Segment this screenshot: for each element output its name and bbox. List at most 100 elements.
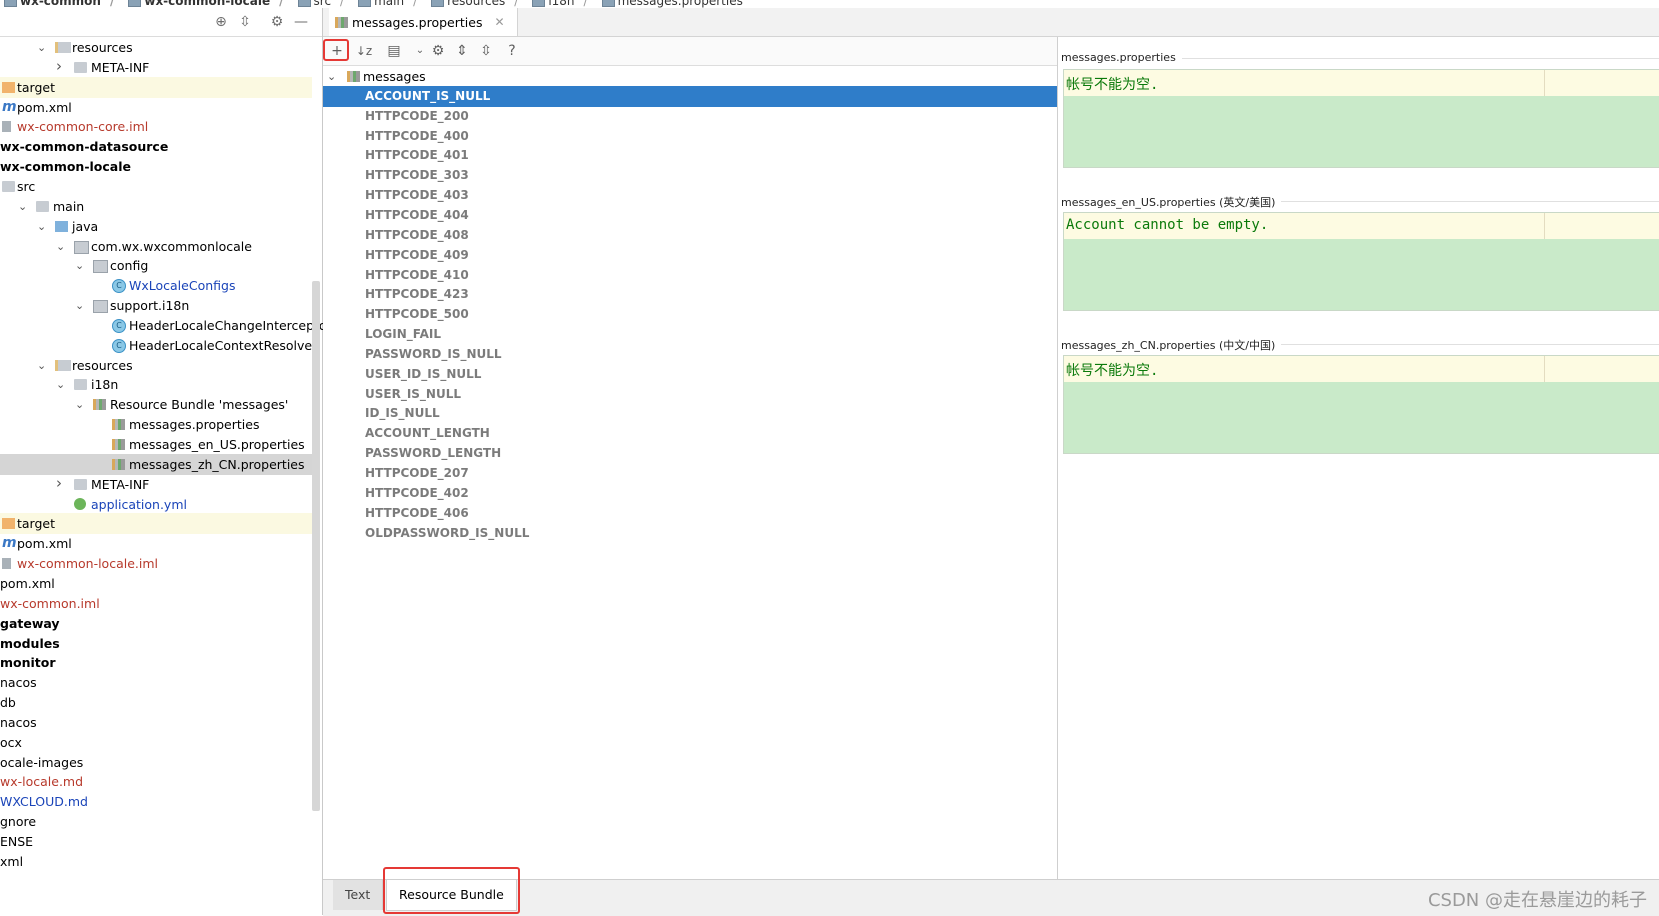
tree-item[interactable]: › META-INF <box>0 57 312 78</box>
breadcrumb-item[interactable]: i18n / <box>528 0 597 8</box>
breadcrumb-item[interactable]: wx-common-locale / <box>124 0 293 8</box>
collapse-all-icon[interactable]: ⇳ <box>477 42 495 60</box>
translation-value-editor[interactable]: 帐号不能为空. <box>1063 355 1659 454</box>
property-key-row[interactable]: USER_ID_IS_NULL <box>323 364 1057 385</box>
property-key-row[interactable]: HTTPCODE_423 <box>323 284 1057 305</box>
hide-icon[interactable]: — <box>292 13 310 31</box>
chevron-down-icon[interactable]: ⌄ <box>75 255 87 276</box>
tab-text[interactable]: Text <box>333 880 384 910</box>
tree-item[interactable]: ⌄ java <box>0 216 312 237</box>
tree-item[interactable]: wx-common.iml <box>0 593 312 614</box>
tree-item[interactable]: gnore <box>0 811 312 832</box>
property-key-row[interactable]: HTTPCODE_500 <box>323 304 1057 325</box>
tree-item[interactable]: modules <box>0 633 312 654</box>
tree-item[interactable]: C WxLocaleConfigs <box>0 275 312 296</box>
property-key-row[interactable]: PASSWORD_LENGTH <box>323 443 1057 464</box>
chevron-down-icon[interactable]: ⌄ <box>327 66 336 87</box>
breadcrumb-item[interactable]: main / <box>354 0 427 8</box>
property-key-row[interactable]: PASSWORD_IS_NULL <box>323 344 1057 365</box>
breadcrumb-item[interactable]: src / <box>294 0 355 8</box>
translation-value-editor[interactable]: Account cannot be empty. <box>1063 212 1659 311</box>
tree-item[interactable]: db <box>0 692 312 713</box>
help-icon[interactable]: ? <box>503 42 521 60</box>
chevron-down-icon[interactable]: ⌄ <box>75 295 87 316</box>
tree-item[interactable]: src <box>0 176 312 197</box>
tree-item[interactable]: nacos <box>0 672 312 693</box>
settings-icon[interactable]: ⚙ <box>429 42 447 60</box>
tree-item[interactable]: ⌄ com.wx.wxcommonlocale <box>0 236 312 257</box>
tree-item[interactable]: wx-common-core.iml <box>0 116 312 137</box>
tree-item[interactable]: ⌄ i18n <box>0 374 312 395</box>
dropdown-arrow-icon[interactable]: ⌄ <box>411 42 429 60</box>
tree-item[interactable]: C HeaderLocaleChangeInterceptor <box>0 315 332 336</box>
chevron-down-icon[interactable]: ⌄ <box>37 216 49 237</box>
expand-all-icon[interactable]: ⇕ <box>453 42 471 60</box>
chevron-down-icon[interactable]: ⌄ <box>56 236 68 257</box>
tree-item[interactable]: messages_zh_CN.properties <box>0 453 312 475</box>
property-key-row[interactable]: HTTPCODE_400 <box>323 126 1057 147</box>
tree-item[interactable]: messages.properties <box>0 414 312 435</box>
tree-item[interactable]: m pom.xml <box>0 533 312 554</box>
chevron-right-icon[interactable]: › <box>56 57 68 76</box>
chevron-right-icon[interactable]: › <box>56 474 68 493</box>
tree-item[interactable]: wx-common-locale <box>0 156 312 177</box>
project-scrollbar[interactable] <box>312 281 320 811</box>
tree-item[interactable]: wx-locale.md <box>0 771 312 792</box>
tree-item[interactable]: target <box>0 513 312 535</box>
breadcrumb-item[interactable]: messages.properties <box>598 0 753 8</box>
tree-item[interactable]: application.yml <box>0 494 312 515</box>
property-key-row[interactable]: ACCOUNT_LENGTH <box>323 423 1057 444</box>
property-key-row[interactable]: HTTPCODE_406 <box>323 503 1057 524</box>
property-key-row[interactable]: USER_IS_NULL <box>323 384 1057 405</box>
tree-item[interactable]: nacos <box>0 712 312 733</box>
property-key-row[interactable]: HTTPCODE_401 <box>323 145 1057 166</box>
tree-item[interactable]: wx-common-locale.iml <box>0 553 312 574</box>
property-key-row[interactable]: HTTPCODE_410 <box>323 265 1057 286</box>
property-key-row[interactable]: HTTPCODE_200 <box>323 106 1057 127</box>
tree-item[interactable]: messages_en_US.properties <box>0 434 312 455</box>
chevron-down-icon[interactable]: ⌄ <box>75 394 87 415</box>
add-property-icon[interactable]: + <box>328 42 346 60</box>
property-key-row[interactable]: HTTPCODE_408 <box>323 225 1057 246</box>
tree-item[interactable]: ⌄ Resource Bundle 'messages' <box>0 394 312 415</box>
chevron-down-icon[interactable]: ⌄ <box>37 355 49 376</box>
tree-item[interactable]: ⌄ main <box>0 196 312 217</box>
chevron-down-icon[interactable]: ⌄ <box>56 374 68 395</box>
bundle-root-row[interactable]: ⌄ messages <box>323 66 1057 87</box>
collapse-all-icon[interactable]: ⇳ <box>236 13 254 31</box>
tree-item[interactable]: ⌄ resources <box>0 355 312 376</box>
sort-alphabetically-icon[interactable]: ↓z <box>355 42 373 60</box>
property-key-row[interactable]: HTTPCODE_402 <box>323 483 1057 504</box>
chevron-down-icon[interactable]: ⌄ <box>18 196 30 217</box>
tree-item[interactable]: › META-INF <box>0 474 312 495</box>
locate-icon[interactable]: ⊕ <box>212 13 230 31</box>
property-key-row[interactable]: ACCOUNT_IS_NULL <box>323 85 1057 107</box>
property-key-row[interactable]: OLDPASSWORD_IS_NULL <box>323 523 1057 544</box>
property-key-row[interactable]: LOGIN_FAIL <box>323 324 1057 345</box>
property-key-row[interactable]: HTTPCODE_404 <box>323 205 1057 226</box>
tree-item[interactable]: WXCLOUD.md <box>0 791 312 812</box>
tree-item[interactable]: ⌄ support.i18n <box>0 295 312 316</box>
tree-item[interactable]: m pom.xml <box>0 97 312 118</box>
property-key-row[interactable]: HTTPCODE_403 <box>323 185 1057 206</box>
tree-item[interactable]: pom.xml <box>0 573 312 594</box>
property-key-row[interactable]: HTTPCODE_207 <box>323 463 1057 484</box>
tree-item[interactable]: xml <box>0 851 312 872</box>
tree-item[interactable]: ⌄ resources <box>0 37 312 58</box>
property-key-row[interactable]: HTTPCODE_303 <box>323 165 1057 186</box>
breadcrumb-item[interactable]: wx-common / <box>0 0 124 8</box>
chevron-down-icon[interactable]: ⌄ <box>37 37 49 58</box>
group-by-prefix-icon[interactable]: ▤ <box>385 42 403 60</box>
tree-item[interactable]: ocx <box>0 732 312 753</box>
property-key-row[interactable]: HTTPCODE_409 <box>323 245 1057 266</box>
property-key-row[interactable]: ID_IS_NULL <box>323 403 1057 424</box>
tree-item[interactable]: C HeaderLocaleContextResolver <box>0 335 317 356</box>
translation-value-editor[interactable]: 帐号不能为空. <box>1063 69 1659 168</box>
tree-item[interactable]: ⌄ config <box>0 255 312 276</box>
tree-item[interactable]: monitor <box>0 652 312 673</box>
tree-item[interactable]: target <box>0 76 312 98</box>
tree-item[interactable]: wx-common-datasource <box>0 136 312 157</box>
tree-item[interactable]: gateway <box>0 613 312 634</box>
gear-icon[interactable]: ⚙ <box>268 13 286 31</box>
tree-item[interactable]: ocale-images <box>0 752 312 773</box>
